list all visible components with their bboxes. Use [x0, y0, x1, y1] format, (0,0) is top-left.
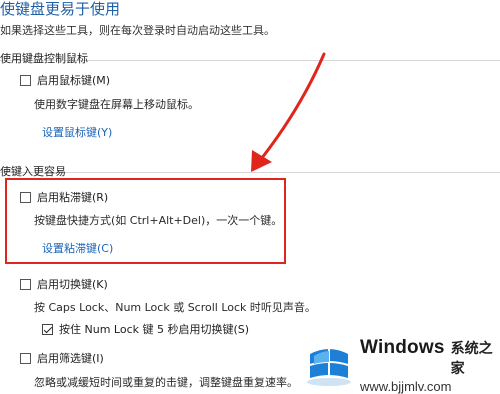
watermark-brand: Windows [360, 336, 445, 358]
watermark-brand-cn: 系统之家 [450, 340, 493, 377]
windows-logo-icon [304, 342, 354, 388]
annotation-arrow [251, 52, 326, 172]
watermark: Windows 系统之家 www.bjjmlv.com [304, 336, 500, 394]
watermark-url: www.bjjmlv.com [360, 378, 452, 394]
